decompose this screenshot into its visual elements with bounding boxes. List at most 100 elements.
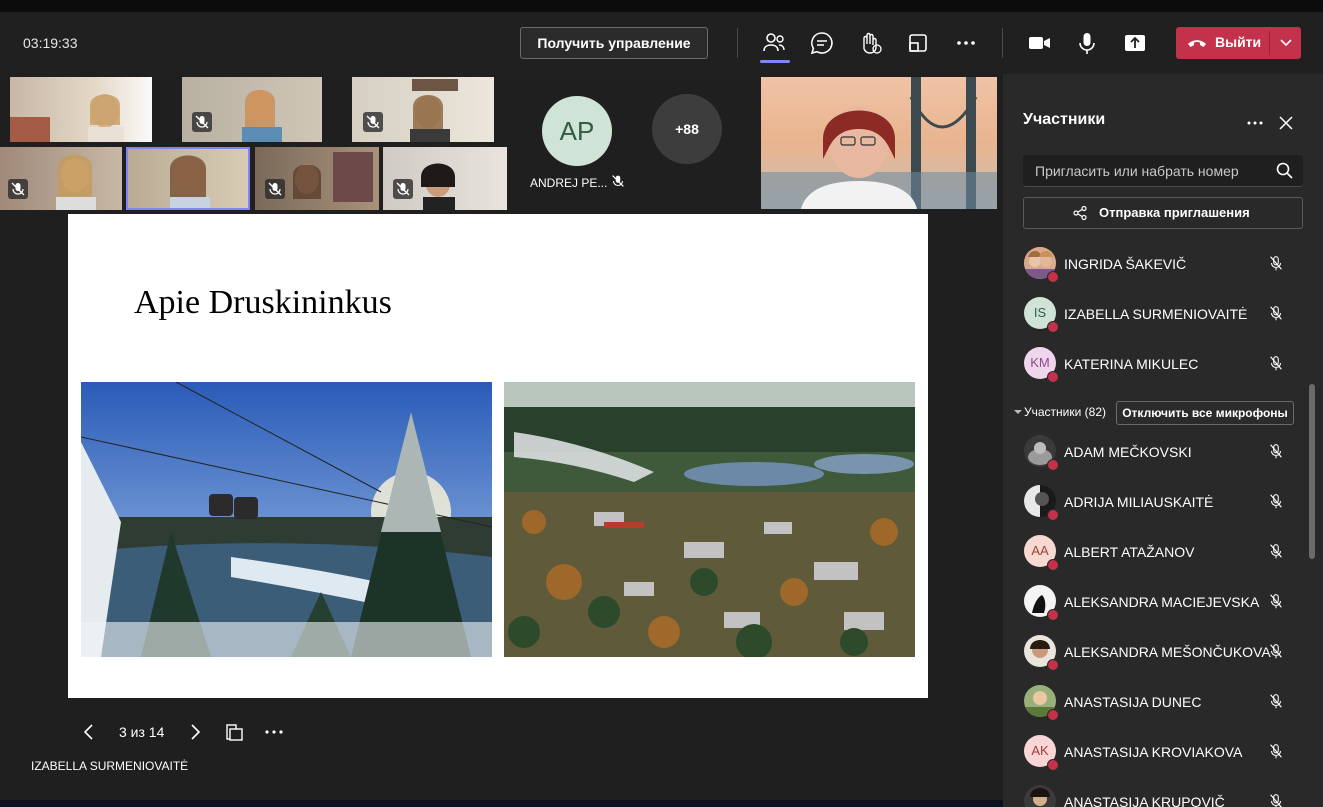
participant-video-tile[interactable] [383, 147, 507, 210]
status-dot [1047, 559, 1059, 571]
participant-figure [242, 90, 282, 142]
microphone-icon[interactable] [1071, 27, 1103, 59]
share-icon[interactable] [1119, 27, 1151, 59]
participant-name: ADAM MEČKOVSKI [1064, 444, 1192, 460]
muted-mic-icon [612, 175, 624, 187]
muted-mic-icon [393, 179, 413, 199]
muted-mic-icon[interactable] [1267, 304, 1285, 322]
participant-row[interactable]: AK ANASTASIJA KROVIAKOVA [1023, 730, 1303, 772]
slide-counter: 3 из 14 [119, 724, 165, 740]
participant-figure [410, 79, 458, 142]
participants-panel: Участники Отправка приглашения INGRIDA Š… [1003, 74, 1323, 807]
participant-video-tile[interactable] [0, 147, 122, 210]
window-top-strip [0, 0, 1323, 12]
participant-row[interactable]: ADAM MEČKOVSKI [1023, 430, 1303, 472]
muted-mic-icon[interactable] [1267, 542, 1285, 560]
participant-name: IZABELLA SURMENIOVAITĖ [1064, 306, 1248, 322]
shared-slide[interactable]: Apie Druskininkus [68, 214, 928, 698]
presenter-video-tile[interactable] [761, 77, 997, 209]
share-link-icon [1073, 205, 1087, 221]
avatar [1024, 785, 1056, 807]
next-slide-icon[interactable] [186, 720, 204, 744]
send-invite-label: Отправка приглашения [1099, 205, 1250, 220]
participant-row[interactable]: ALEKSANDRA MEŠONČUKOVA [1023, 630, 1303, 672]
status-dot [1047, 759, 1059, 771]
participant-name: ANASTASIJA KROVIAKOVA [1064, 744, 1243, 760]
participant-row[interactable]: ANASTASIJA DUNEC [1023, 680, 1303, 722]
slide-more-icon[interactable] [262, 720, 286, 744]
participant-row[interactable]: KM KATERINA MIKULEC [1023, 342, 1303, 384]
toolbar-divider [1002, 28, 1003, 58]
panel-more-icon[interactable] [1243, 111, 1267, 135]
close-icon[interactable] [1274, 111, 1298, 135]
attendees-section-header[interactable]: Участники (82) Отключить все микрофоны [1011, 401, 1311, 425]
muted-mic-icon[interactable] [1267, 742, 1285, 760]
chat-icon[interactable] [806, 27, 838, 59]
raise-hand-icon[interactable] [854, 27, 886, 59]
mute-all-button[interactable]: Отключить все микрофоны [1116, 401, 1294, 425]
meeting-toolbar: 03:19:33 Получить управление Выйти [0, 12, 1323, 74]
panel-scrollbar[interactable] [1309, 384, 1315, 559]
meeting-timer: 03:19:33 [23, 35, 78, 51]
slide-title: Apie Druskininkus [134, 284, 392, 321]
muted-mic-icon[interactable] [1267, 792, 1285, 807]
participants-icon[interactable] [758, 27, 790, 59]
muted-mic-icon[interactable] [1267, 592, 1285, 610]
participant-row[interactable]: ALEKSANDRA MACIEJEVSKA [1023, 580, 1303, 622]
participant-name: ALBERT ATAŽANOV [1064, 544, 1195, 560]
participant-row[interactable]: INGRIDA ŠAKEVIČ [1023, 242, 1303, 284]
leave-label: Выйти [1215, 34, 1262, 50]
presenter-figure [761, 77, 997, 209]
participant-name: INGRIDA ŠAKEVIČ [1064, 256, 1187, 272]
previous-slide-icon[interactable] [80, 720, 98, 744]
slide-view-icon[interactable] [224, 720, 246, 744]
participant-name: ANDREJ PE... [530, 176, 608, 190]
participant-name: ANASTASIJA KRUPOVIČ [1064, 794, 1225, 807]
participant-row[interactable]: ADRIJA MILIAUSKAITĖ [1023, 480, 1303, 522]
aerial-town-photo [504, 382, 915, 657]
muted-mic-icon[interactable] [1267, 492, 1285, 510]
participant-avatar[interactable]: AP [542, 96, 612, 166]
status-dot [1047, 509, 1059, 521]
participant-row[interactable]: IS IZABELLA SURMENIOVAITĖ [1023, 292, 1303, 334]
participant-video-tile[interactable] [182, 77, 322, 142]
participant-video-tile[interactable] [10, 77, 152, 142]
status-dot [1047, 271, 1059, 283]
participant-name: ALEKSANDRA MEŠONČUKOVA [1064, 644, 1271, 660]
muted-mic-icon [8, 179, 28, 199]
hang-up-icon [1188, 40, 1206, 47]
status-dot [1047, 371, 1059, 383]
participant-video-tile[interactable] [352, 77, 494, 142]
take-control-button[interactable]: Получить управление [520, 27, 708, 59]
section-label: Участники (82) [1024, 405, 1107, 419]
leave-button[interactable]: Выйти [1176, 27, 1269, 59]
rooms-icon[interactable] [902, 27, 934, 59]
participant-figure [170, 155, 210, 210]
muted-mic-icon[interactable] [1267, 642, 1285, 660]
search-icon[interactable] [1275, 161, 1295, 181]
muted-mic-icon[interactable] [1267, 442, 1285, 460]
more-participants-button[interactable]: +88 [652, 94, 722, 164]
leave-button-group: Выйти [1176, 27, 1301, 59]
invite-input[interactable] [1023, 155, 1287, 186]
participant-name: ALEKSANDRA MACIEJEVSKA [1064, 594, 1260, 610]
participant-video-tile-speaking[interactable] [126, 147, 250, 210]
cable-car-winter-photo [81, 382, 492, 657]
participant-video-tile[interactable] [255, 147, 379, 210]
camera-icon[interactable] [1023, 27, 1055, 59]
muted-mic-icon[interactable] [1267, 354, 1285, 372]
send-invite-button[interactable]: Отправка приглашения [1023, 197, 1303, 229]
muted-mic-icon [192, 112, 212, 132]
more-icon[interactable] [950, 27, 982, 59]
muted-mic-icon[interactable] [1267, 692, 1285, 710]
participant-name: ANASTASIJA DUNEC [1064, 694, 1202, 710]
participant-name: ADRIJA MILIAUSKAITĖ [1064, 494, 1214, 510]
panel-title: Участники [1023, 111, 1106, 128]
caret-down-icon [1014, 410, 1022, 414]
muted-mic-icon[interactable] [1267, 254, 1285, 272]
invite-search-box [1023, 155, 1303, 187]
participant-row[interactable]: AA ALBERT ATAŽANOV [1023, 530, 1303, 572]
participant-name: KATERINA MIKULEC [1064, 356, 1199, 372]
participant-row[interactable]: ANASTASIJA KRUPOVIČ [1023, 780, 1303, 807]
leave-options-button[interactable] [1270, 27, 1301, 59]
